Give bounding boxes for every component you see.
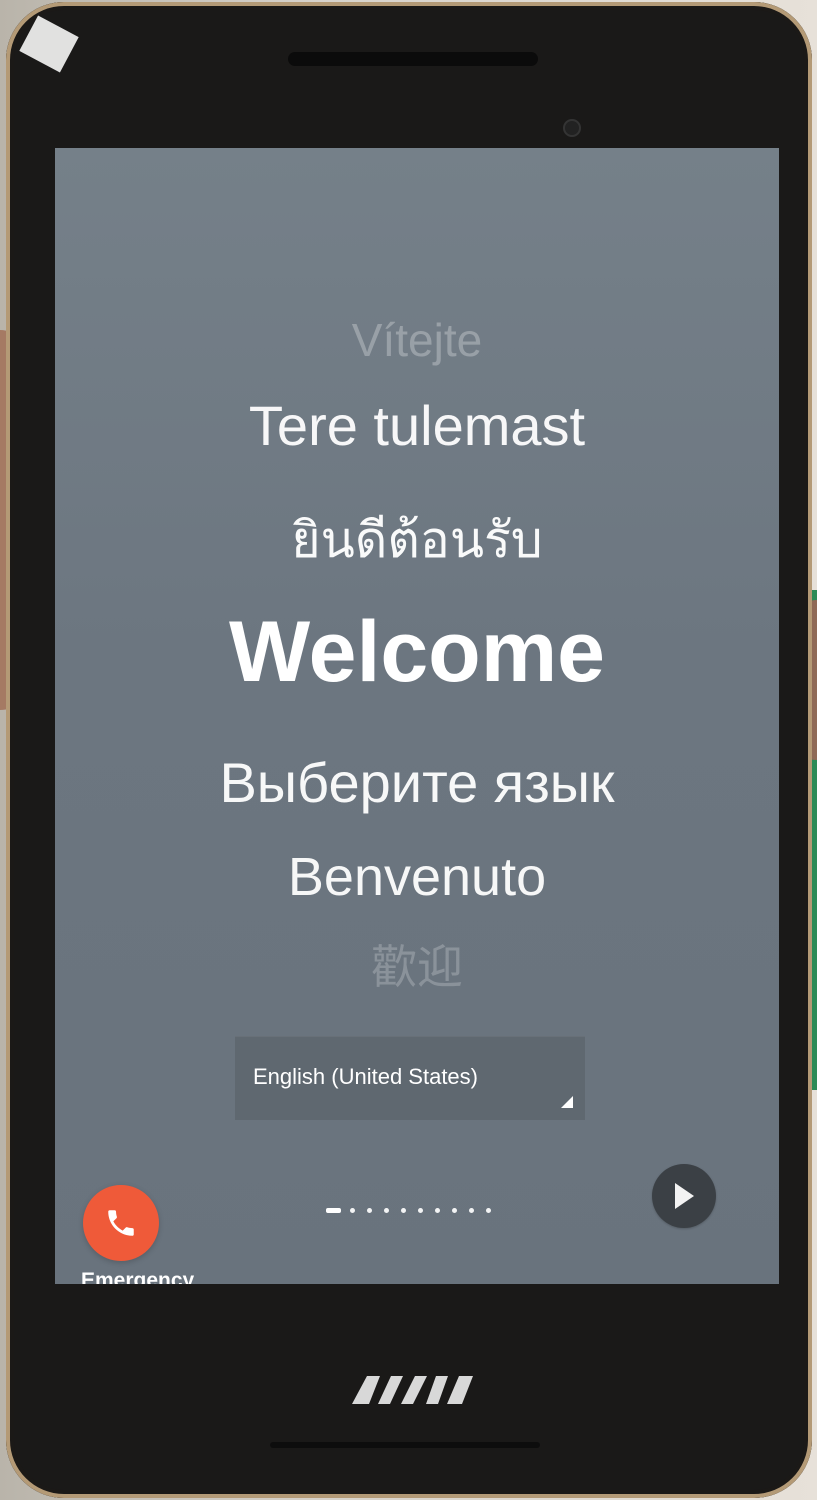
welcome-line-czech: Vítejte — [351, 314, 483, 366]
page-indicator-dot — [486, 1208, 491, 1213]
welcome-line-chinese: 歡迎 — [371, 941, 463, 993]
emergency-button[interactable] — [83, 1185, 159, 1261]
asus-logo — [349, 1370, 479, 1410]
welcome-line-thai: ยินดีต้อนรับ — [291, 512, 543, 568]
language-select[interactable]: English (United States) — [235, 1036, 585, 1120]
setup-welcome-screen: Vítejte Tere tulemast ยินดีต้อนรับ Welco… — [55, 148, 779, 1284]
bottom-bezel-rim — [270, 1442, 540, 1448]
welcome-line-russian: Выберите язык — [219, 751, 615, 814]
page-indicator-dot — [384, 1208, 389, 1213]
page-indicator-dot-active — [326, 1208, 341, 1213]
page-indicator-dot — [469, 1208, 474, 1213]
page-indicator-dot — [452, 1208, 457, 1213]
tablet-device: Vítejte Tere tulemast ยินดีต้อนรับ Welco… — [6, 2, 812, 1498]
welcome-line-english: Welcome — [229, 604, 605, 700]
welcome-line-estonian: Tere tulemast — [248, 394, 586, 457]
emergency-label: Emergency — [81, 1269, 195, 1284]
page-indicator-dot — [350, 1208, 355, 1213]
page-indicator-dot — [435, 1208, 440, 1213]
page-indicator-dot — [418, 1208, 423, 1213]
page-indicator — [326, 1206, 506, 1216]
welcome-line-italian: Benvenuto — [287, 847, 547, 907]
screen-protector-tab — [19, 15, 79, 73]
page-indicator-dot — [401, 1208, 406, 1213]
play-arrow-icon — [675, 1183, 694, 1209]
page-indicator-dot — [367, 1208, 372, 1213]
speaker-grille — [288, 52, 538, 66]
next-button[interactable] — [652, 1164, 716, 1228]
welcome-language-carousel[interactable]: Vítejte Tere tulemast ยินดีต้อนรับ Welco… — [55, 148, 779, 1048]
language-select-value: English (United States) — [253, 1064, 478, 1089]
dropdown-caret-icon — [561, 1096, 573, 1108]
front-camera — [563, 119, 581, 137]
phone-icon — [104, 1206, 138, 1240]
